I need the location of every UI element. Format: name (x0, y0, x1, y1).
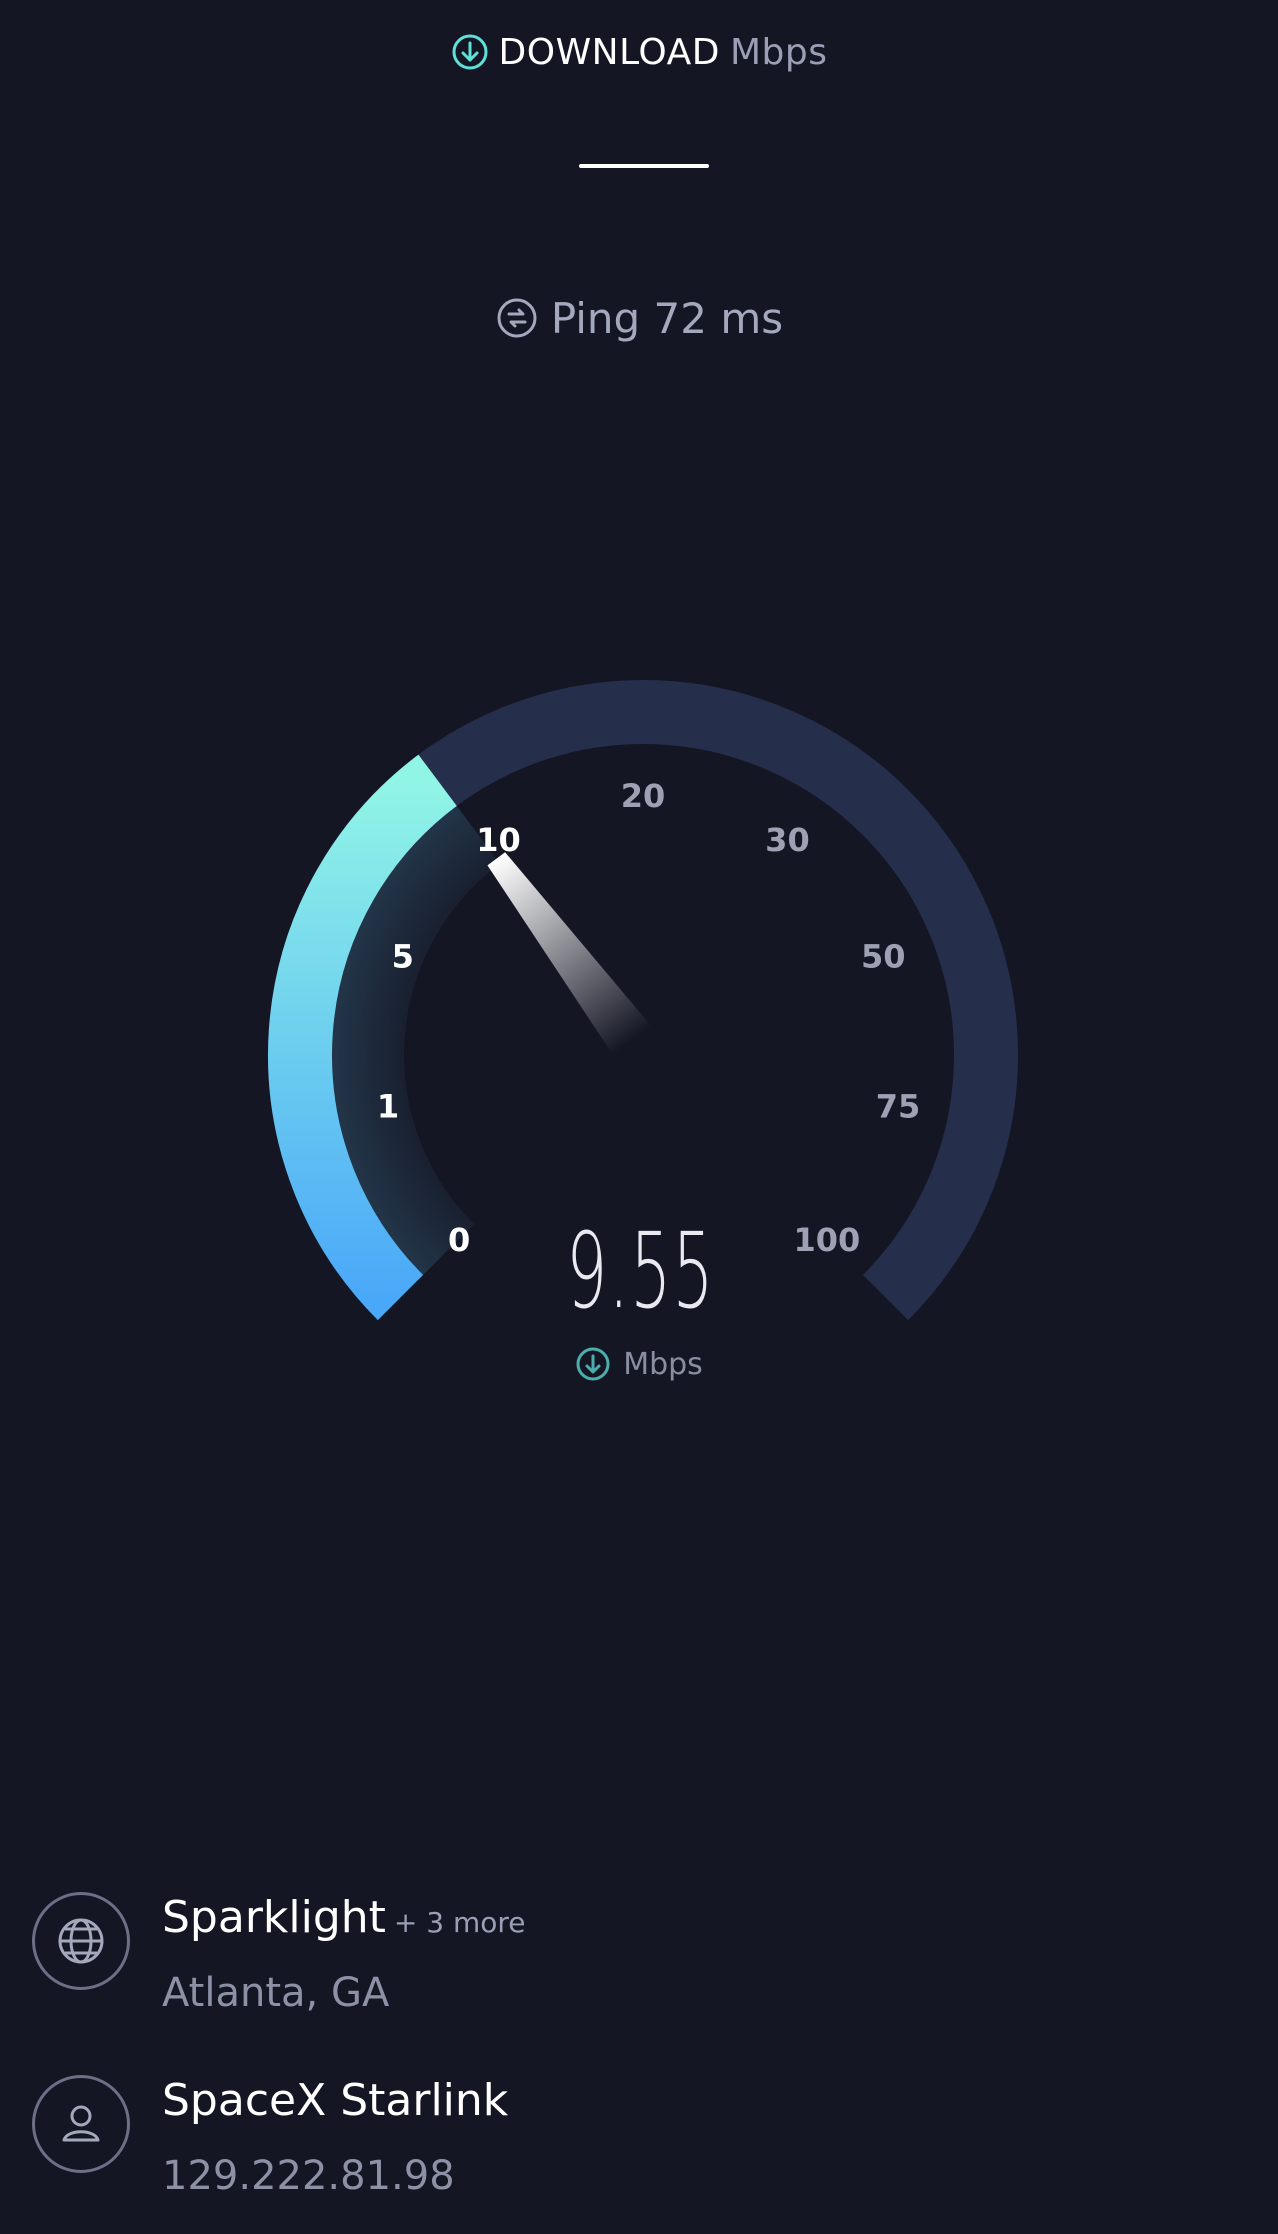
user-icon (32, 2075, 130, 2173)
download-arrow-icon (575, 1346, 611, 1382)
globe-icon (32, 1892, 130, 1990)
isp-info: SpaceX Starlink 129.222.81.98 (32, 2075, 1232, 2199)
readout-unit-row: Mbps (0, 1346, 1278, 1382)
speed-gauge: 0151020305075100 (268, 680, 1018, 1321)
gauge-tick-label: 10 (476, 821, 521, 859)
gauge-tick-label: 30 (765, 821, 810, 859)
speed-readout: 9.55 (566, 1210, 715, 1332)
gauge-tick-label: 20 (621, 777, 666, 815)
server-info[interactable]: Sparklight + 3 more Atlanta, GA (32, 1892, 1232, 2016)
isp-name: SpaceX Starlink (162, 2075, 509, 2126)
readout-unit-label: Mbps (623, 1346, 703, 1382)
gauge-tick-label: 1 (377, 1088, 399, 1126)
server-name-line: Sparklight + 3 more (162, 1892, 526, 1943)
server-location: Atlanta, GA (162, 1970, 390, 2016)
gauge-tick-label: 75 (876, 1088, 921, 1126)
gauge-tick-label: 5 (392, 938, 414, 976)
gauge-needle (487, 852, 652, 1055)
gauge-inner-glow (324, 799, 501, 1281)
isp-ip: 129.222.81.98 (162, 2153, 455, 2199)
gauge-tick-label: 50 (861, 938, 906, 976)
server-name: Sparklight (162, 1892, 386, 1943)
server-more-link[interactable]: + 3 more (394, 1906, 526, 1939)
